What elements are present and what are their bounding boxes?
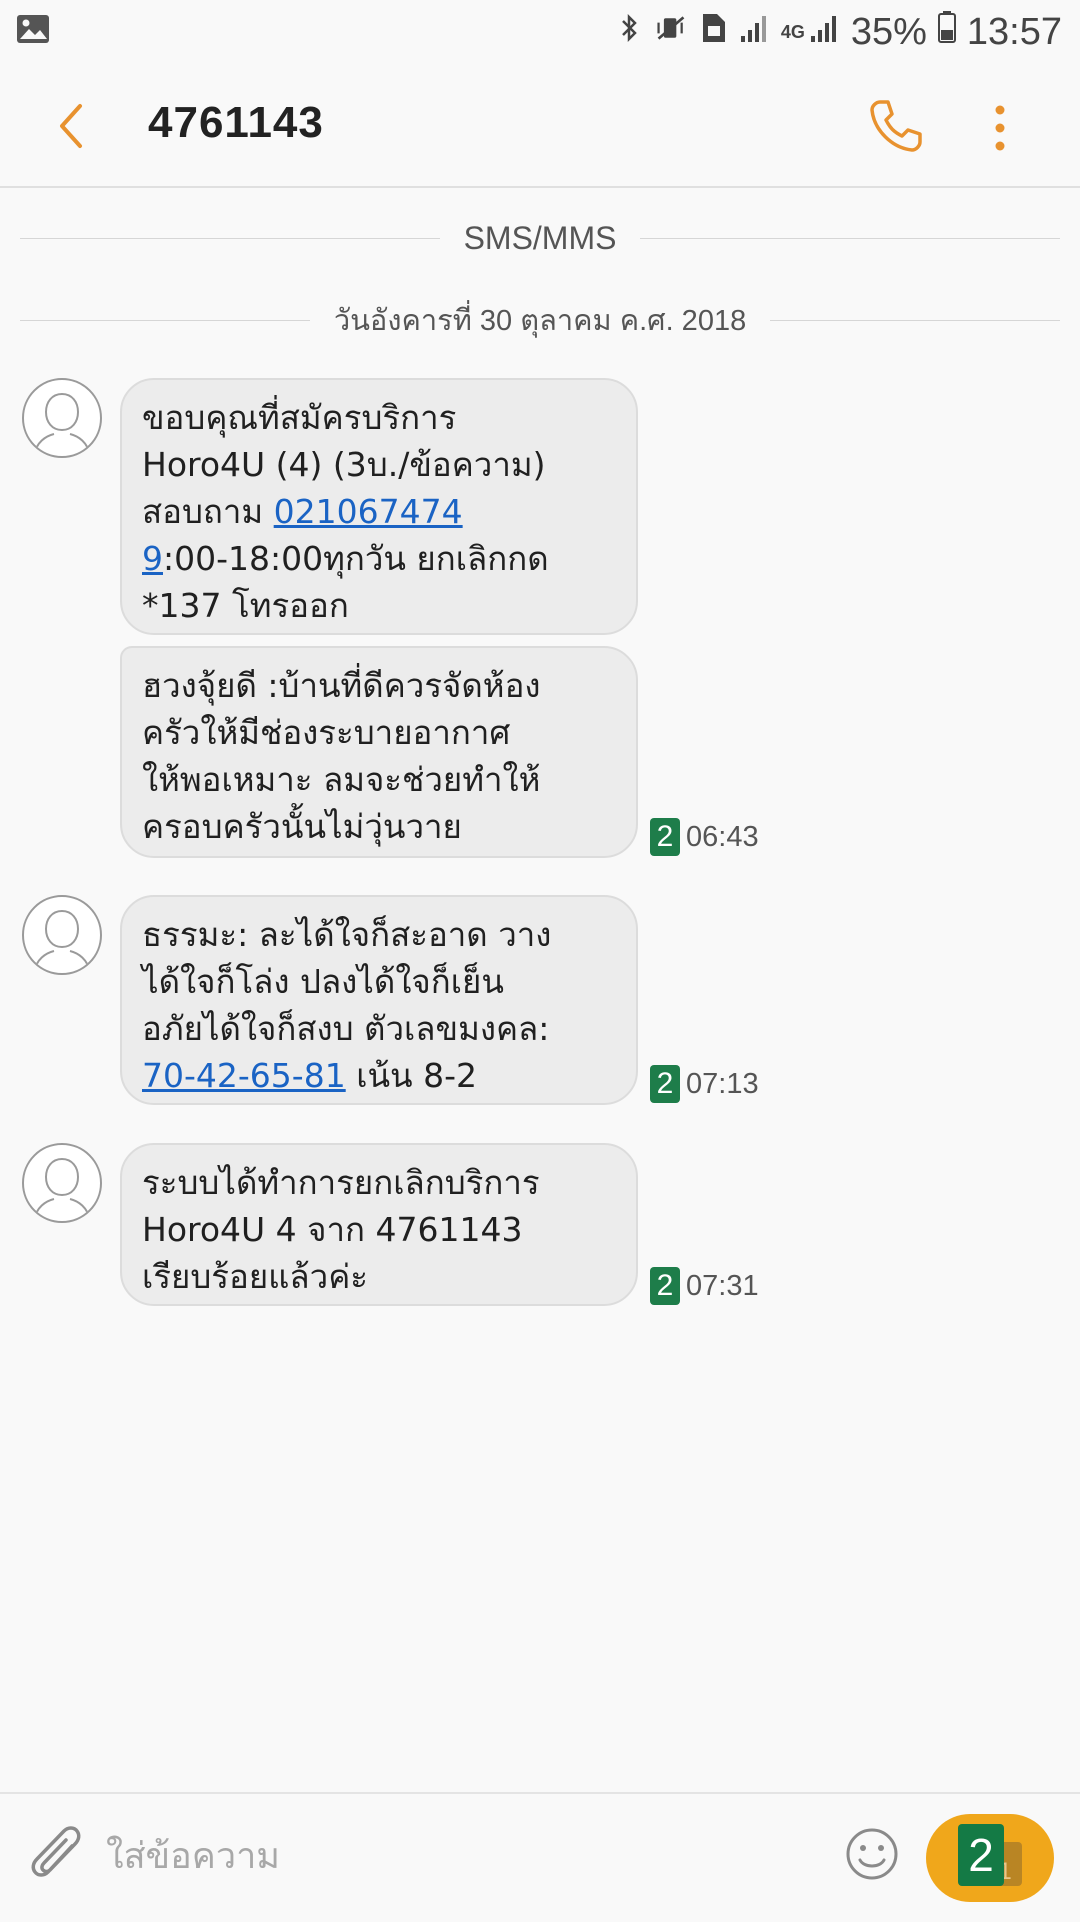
smiley-icon xyxy=(846,1828,898,1880)
sim-badge: 2 xyxy=(650,1267,680,1305)
status-bar: 4G 35% 13:57 xyxy=(0,0,1080,64)
network-type-label: 4G xyxy=(780,21,805,42)
conversation-type-divider: SMS/MMS xyxy=(20,218,1061,258)
message-text: ขอบคุณที่สมัครบริการ xyxy=(142,398,457,437)
more-vert-icon xyxy=(995,105,1005,151)
sim-badge: 2 xyxy=(650,1065,680,1103)
phone-number-link[interactable]: 9 xyxy=(142,539,163,578)
person-icon xyxy=(33,909,91,973)
avatar[interactable] xyxy=(22,1143,102,1223)
sim-badge-primary: 2 xyxy=(958,1824,1004,1886)
message-text: *137 โทรออก xyxy=(142,586,349,625)
message-text: Horo4U 4 จาก 4761143 xyxy=(142,1210,523,1249)
person-icon xyxy=(33,392,91,456)
message-meta: 2 07:13 xyxy=(650,1065,759,1103)
message-text: สอบถาม xyxy=(142,492,274,531)
bluetooth-icon xyxy=(613,11,645,54)
sim-badge: 2 xyxy=(650,818,680,856)
app-bar: 4761143 xyxy=(0,64,1080,188)
message-text: ธรรมะ: ละได้ใจก็สะอาด วาง xyxy=(142,915,552,954)
back-button[interactable] xyxy=(48,96,96,156)
conversation-type-label: SMS/MMS xyxy=(463,219,617,256)
message-time: 07:13 xyxy=(686,1067,759,1100)
divider-line xyxy=(770,319,1061,321)
message-bubble[interactable]: ระบบได้ทำการยกเลิกบริการ Horo4U 4 จาก 47… xyxy=(120,1143,638,1306)
message-text: ครัวให้มีช่องระบายอากาศ xyxy=(142,713,511,752)
signal-icon xyxy=(739,11,771,54)
message-text: ได้ใจก็โล่ง ปลงได้ใจก็เย็น xyxy=(142,962,504,1001)
gallery-icon xyxy=(16,14,50,48)
send-button[interactable]: 1 2 xyxy=(926,1814,1054,1902)
mute-vibrate-icon xyxy=(655,11,687,54)
date-label: วันอังคารที่ 30 ตุลาคม ค.ศ. 2018 xyxy=(333,305,747,337)
battery-icon xyxy=(937,10,957,54)
emoji-button[interactable] xyxy=(842,1824,902,1884)
message-text: เรียบร้อยแล้วค่ะ xyxy=(142,1257,368,1296)
paperclip-icon xyxy=(31,1826,81,1877)
avatar[interactable] xyxy=(22,895,102,975)
avatar[interactable] xyxy=(22,378,102,458)
message-text: Horo4U (4) (3บ./ข้อความ) xyxy=(142,445,546,484)
message-time: 06:43 xyxy=(686,820,759,853)
message-text: อภัยได้ใจก็สงบ ตัวเลขมงคล: xyxy=(142,1009,550,1048)
message-meta: 2 06:43 xyxy=(650,818,759,856)
message-bubble[interactable]: ฮวงจุ้ยดี :บ้านที่ดีควรจัดห้อง ครัวให้มี… xyxy=(120,646,638,858)
divider-line xyxy=(20,319,310,321)
divider-line xyxy=(640,237,1061,239)
message-bubble[interactable]: ขอบคุณที่สมัครบริการ Horo4U (4) (3บ./ข้อ… xyxy=(120,378,638,635)
more-options-button[interactable] xyxy=(982,100,1018,156)
call-button[interactable] xyxy=(866,96,926,156)
message-bubble[interactable]: ธรรมะ: ละได้ใจก็สะอาด วาง ได้ใจก็โล่ง ปล… xyxy=(120,895,638,1105)
phone-icon xyxy=(870,100,922,152)
signal-icon xyxy=(809,11,841,54)
message-text: :00-18:00ทุกวัน ยกเลิกกด xyxy=(163,539,549,578)
phone-number-link[interactable]: 021067474 xyxy=(274,492,463,531)
clock: 13:57 xyxy=(966,10,1062,53)
person-icon xyxy=(33,1157,91,1221)
message-time: 07:31 xyxy=(686,1269,759,1302)
contact-title: 4761143 xyxy=(148,98,324,147)
date-divider: วันอังคารที่ 30 ตุลาคม ค.ศ. 2018 xyxy=(20,300,1061,340)
message-input[interactable] xyxy=(104,1822,828,1890)
chevron-left-icon xyxy=(60,104,82,148)
message-text: ระบบได้ทำการยกเลิกบริการ xyxy=(142,1163,540,1202)
composer: 1 2 xyxy=(0,1792,1080,1922)
message-text: ให้พอเหมาะ ลมจะช่วยทำให้ xyxy=(142,760,541,799)
divider-line xyxy=(20,237,440,239)
message-meta: 2 07:31 xyxy=(650,1267,759,1305)
message-text: เน้น 8-2 xyxy=(345,1056,477,1095)
attach-button[interactable] xyxy=(28,1824,88,1888)
battery-percent: 35% xyxy=(850,10,927,53)
message-text: ฮวงจุ้ยดี :บ้านที่ดีควรจัดห้อง xyxy=(142,666,541,705)
message-text: ครอบครัวนั้นไม่วุ่นวาย xyxy=(142,807,462,846)
lucky-number-link[interactable]: 70-42-65-81 xyxy=(142,1056,346,1095)
sim-icon xyxy=(697,11,729,54)
